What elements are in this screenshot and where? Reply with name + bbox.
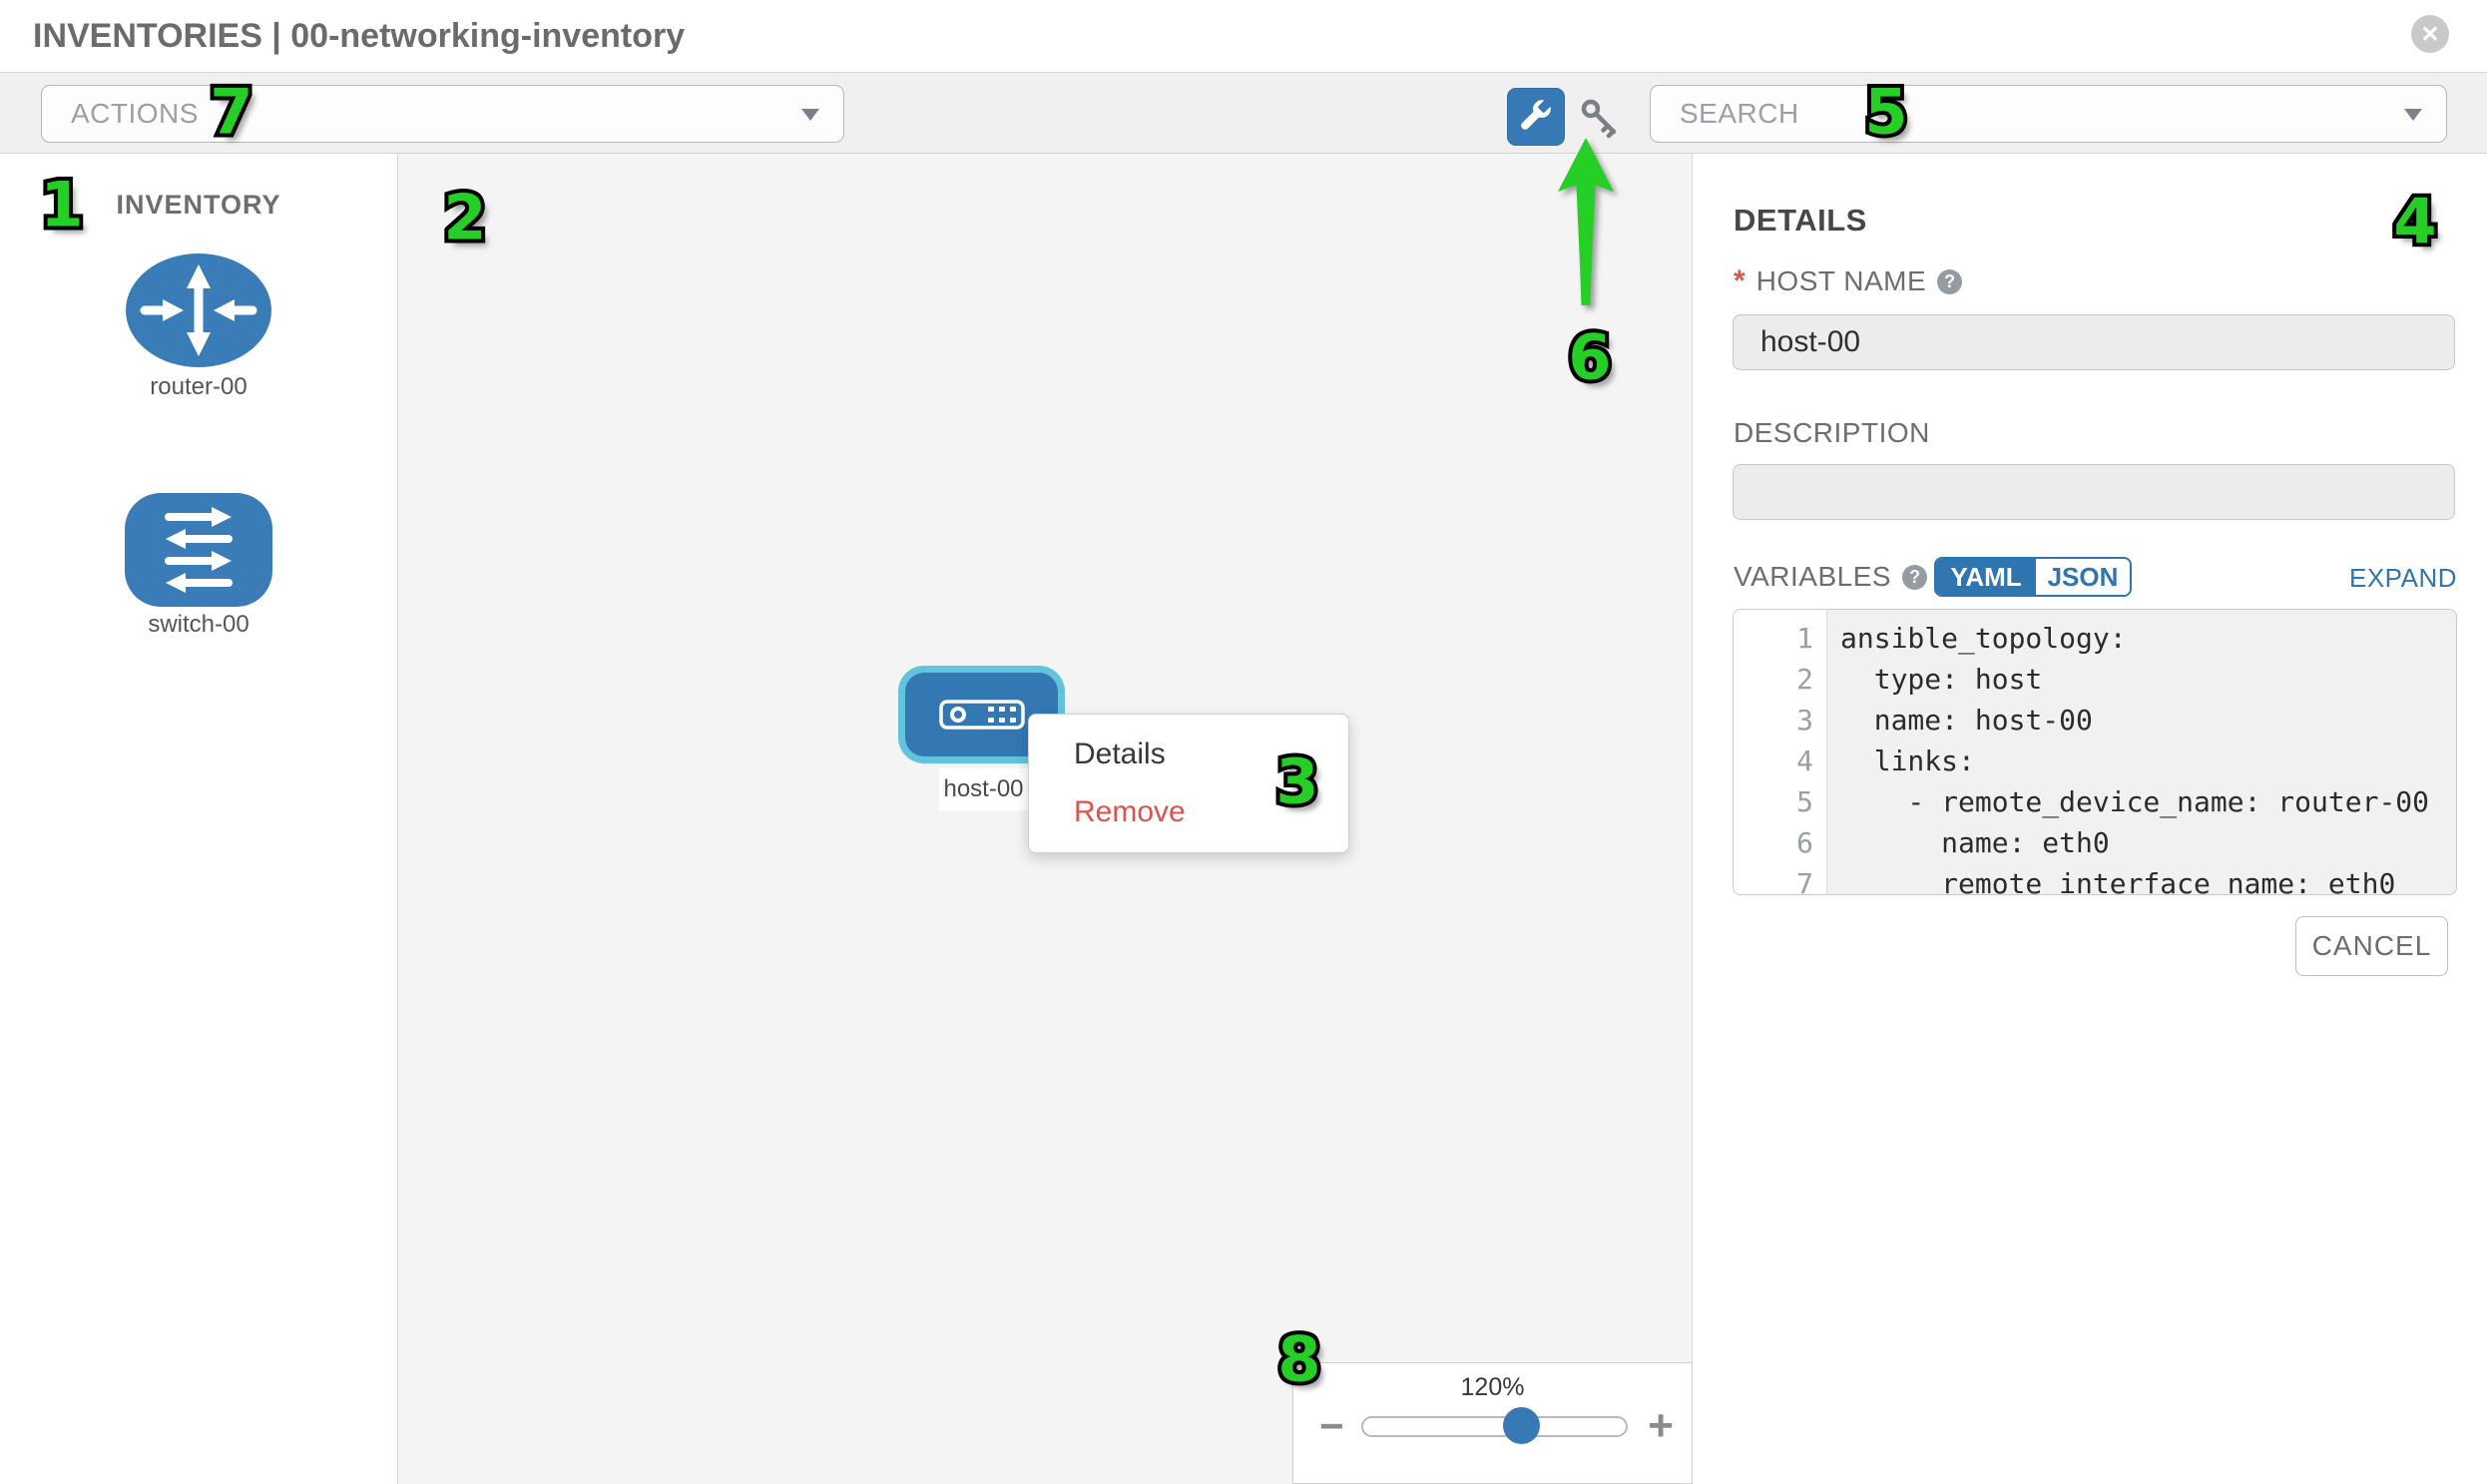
zoom-out-button[interactable]: − xyxy=(1319,1411,1344,1441)
zoom-level-value: 120% xyxy=(1293,1373,1692,1402)
json-toggle-button[interactable]: JSON xyxy=(2036,559,2130,595)
variables-format-toggle: YAML JSON xyxy=(1934,557,2132,597)
details-panel: DETAILS * HOST NAME ? DESCRIPTION VARIAB… xyxy=(1693,154,2487,1484)
search-dropdown[interactable]: SEARCH xyxy=(1650,85,2447,143)
code-line: name: host-00 xyxy=(1840,700,2456,741)
node-context-menu: Details Remove xyxy=(1028,714,1349,853)
host-node-label: host-00 xyxy=(939,768,1028,810)
line-number: 6 xyxy=(1734,822,1826,863)
close-icon[interactable]: ✕ xyxy=(2411,15,2449,53)
zoom-in-button[interactable]: + xyxy=(1648,1409,1674,1443)
line-number: 5 xyxy=(1734,781,1826,822)
code-line: name: eth0 xyxy=(1840,822,2456,863)
variables-code-editor[interactable]: 1 2 3 4 5 6 7 ansible_topology: type: ho… xyxy=(1733,609,2457,895)
line-number: 1 xyxy=(1734,618,1826,659)
editor-line-numbers: 1 2 3 4 5 6 7 xyxy=(1734,610,1827,894)
context-menu-item-details[interactable]: Details xyxy=(1029,738,1348,771)
description-input[interactable] xyxy=(1733,464,2455,520)
yaml-toggle-button[interactable]: YAML xyxy=(1936,559,2036,595)
search-dropdown-label: SEARCH xyxy=(1680,98,1799,130)
description-label: DESCRIPTION xyxy=(1734,417,1930,449)
code-line: type: host xyxy=(1840,659,2456,700)
key-icon xyxy=(1579,97,1625,143)
sidebar-item-switch-label: switch-00 xyxy=(0,611,397,639)
zoom-slider-track[interactable] xyxy=(1361,1416,1628,1437)
chevron-down-icon xyxy=(801,109,819,121)
code-line: - remote_device_name: router-00 xyxy=(1840,781,2456,822)
zoom-slider-thumb[interactable] xyxy=(1503,1407,1540,1444)
toolbar: ACTIONS SEARCH xyxy=(0,72,2487,154)
host-icon xyxy=(939,699,1025,731)
required-asterisk: * xyxy=(1734,264,1745,298)
cancel-button[interactable]: CANCEL xyxy=(2295,916,2448,976)
router-icon[interactable] xyxy=(124,250,273,370)
header: INVENTORIES | 00-networking-inventory ✕ xyxy=(0,0,2487,72)
line-number: 4 xyxy=(1734,741,1826,781)
help-icon[interactable]: ? xyxy=(1937,269,1962,294)
variables-label-row: VARIABLES ? xyxy=(1734,561,1927,593)
host-name-label: HOST NAME xyxy=(1756,265,1926,297)
line-number: 7 xyxy=(1734,863,1826,895)
help-icon[interactable]: ? xyxy=(1902,565,1927,590)
code-line: links: xyxy=(1840,741,2456,781)
key-button[interactable] xyxy=(1579,97,1625,143)
chevron-down-icon xyxy=(2404,109,2422,121)
configure-tools-button[interactable] xyxy=(1507,88,1565,146)
host-name-label-row: * HOST NAME ? xyxy=(1734,265,1962,297)
actions-dropdown[interactable]: ACTIONS xyxy=(41,85,844,143)
expand-link[interactable]: EXPAND xyxy=(2349,563,2457,594)
code-line: remote_interface_name: eth0 xyxy=(1840,863,2456,895)
zoom-control: 120% − + xyxy=(1292,1362,1693,1484)
wrench-icon xyxy=(1518,99,1554,135)
code-line: ansible_topology: xyxy=(1840,618,2456,659)
details-panel-title: DETAILS xyxy=(1734,203,1867,239)
line-number: 2 xyxy=(1734,659,1826,700)
context-menu-item-remove[interactable]: Remove xyxy=(1029,795,1348,829)
switch-icon[interactable] xyxy=(124,492,273,608)
description-label-row: DESCRIPTION xyxy=(1734,417,1930,449)
editor-code-area[interactable]: ansible_topology: type: host name: host-… xyxy=(1827,610,2456,894)
host-name-input[interactable] xyxy=(1733,314,2455,370)
inventory-sidebar: INVENTORY router-00 xyxy=(0,154,398,1484)
variables-label: VARIABLES xyxy=(1734,561,1891,593)
sidebar-title: INVENTORY xyxy=(0,190,397,221)
inventory-topology-screen: INVENTORIES | 00-networking-inventory ✕ … xyxy=(0,0,2487,1484)
breadcrumb: INVENTORIES | 00-networking-inventory xyxy=(33,0,685,72)
line-number: 3 xyxy=(1734,700,1826,741)
sidebar-item-router-label: router-00 xyxy=(0,373,397,401)
actions-dropdown-label: ACTIONS xyxy=(71,98,199,130)
topology-canvas[interactable]: host-00 Details Remove 120% − + xyxy=(398,154,1693,1484)
